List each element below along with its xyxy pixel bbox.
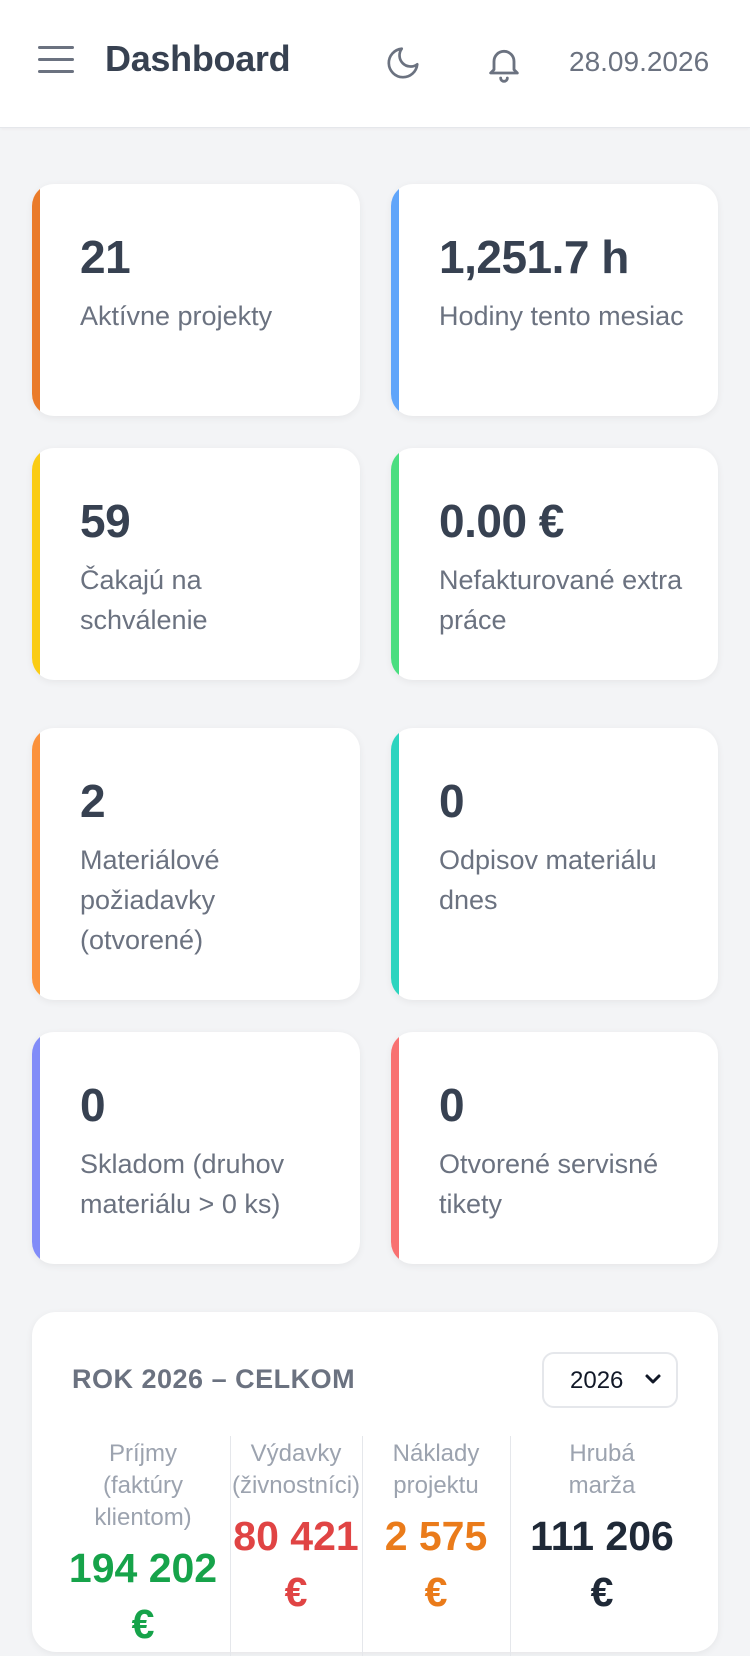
margin-label-1: Hrubá: [569, 1440, 635, 1467]
stat-card-unbilled-extra[interactable]: 0.00 € Nefakturované extra práce: [391, 448, 718, 680]
stat-card-active-projects[interactable]: 21 Aktívne projekty: [32, 184, 360, 416]
stat-card-pending-approval[interactable]: 59 Čakajú na schválenie: [32, 448, 360, 680]
card-value: 0: [439, 1079, 465, 1131]
page-title: Dashboard: [105, 38, 291, 79]
income-value: 194 202: [68, 1545, 218, 1591]
card-value: 1,251.7 h: [439, 231, 629, 283]
hamburger-icon[interactable]: [38, 46, 74, 76]
card-value: 0: [439, 775, 465, 827]
summary-expenses: Výdavky (živnostníci) 80 421 €: [230, 1438, 362, 1620]
chevron-down-icon: [645, 1374, 661, 1384]
card-accent: [32, 728, 40, 1000]
summary-gross-margin: Hrubá marža 111 206 €: [510, 1438, 694, 1620]
card-accent: [32, 1032, 40, 1264]
current-date: 28.09.2026: [569, 46, 710, 77]
card-accent: [32, 184, 40, 416]
card-label: Materiálové požiadavky (otvorené): [80, 845, 220, 955]
summary-project-costs: Náklady projektu 2 575 €: [362, 1438, 510, 1620]
card-value: 59: [80, 495, 131, 547]
top-bar: Dashboard 28.09.2026: [0, 0, 750, 128]
summary-income: Príjmy (faktúry klientom) 194 202 €: [68, 1438, 218, 1652]
stat-card-material-writeoffs[interactable]: 0 Odpisov materiálu dnes: [391, 728, 718, 1000]
stat-card-in-stock[interactable]: 0 Skladom (druhov materiálu > 0 ks): [32, 1032, 360, 1264]
card-accent: [391, 184, 399, 416]
card-label: Hodiny tento mesiac: [439, 301, 684, 331]
stat-card-service-tickets[interactable]: 0 Otvorené servisné tikety: [391, 1032, 718, 1264]
card-label: Aktívne projekty: [80, 301, 273, 331]
yearly-summary-card: ROK 2026 – CELKOM 2026 Príjmy (faktúry k…: [32, 1312, 718, 1656]
card-label: Nefakturované extra práce: [439, 565, 683, 635]
stat-card-material-requests[interactable]: 2 Materiálové požiadavky (otvorené): [32, 728, 360, 1000]
card-accent: [32, 448, 40, 680]
card-label: Skladom (druhov materiálu > 0 ks): [80, 1149, 285, 1219]
income-label-2: (faktúry: [102, 1472, 183, 1499]
expenses-value: 80 421: [233, 1513, 359, 1559]
card-value: 0: [80, 1079, 106, 1131]
card-accent: [391, 1032, 399, 1264]
costs-label-2: projektu: [393, 1472, 479, 1499]
card-value: 0.00 €: [439, 495, 564, 547]
expenses-label-2: (živnostníci): [231, 1472, 361, 1499]
expenses-currency: €: [284, 1569, 308, 1615]
year-select[interactable]: 2026: [542, 1352, 678, 1408]
income-currency: €: [131, 1601, 155, 1647]
stat-card-hours-month[interactable]: 1,251.7 h Hodiny tento mesiac: [391, 184, 718, 416]
summary-title: ROK 2026 – CELKOM: [72, 1364, 356, 1394]
card-label: Odpisov materiálu dnes: [439, 845, 657, 915]
year-select-value: 2026: [570, 1367, 624, 1394]
moon-icon[interactable]: [384, 44, 422, 82]
bell-icon[interactable]: [484, 42, 524, 84]
costs-currency: €: [424, 1569, 448, 1615]
costs-label-1: Náklady: [392, 1440, 480, 1467]
card-value: 2: [80, 775, 106, 827]
income-label-3: klientom): [94, 1504, 192, 1531]
costs-value: 2 575: [384, 1513, 488, 1559]
margin-currency: €: [590, 1569, 614, 1615]
margin-value: 111 206: [530, 1513, 674, 1559]
expenses-label-1: Výdavky: [250, 1440, 342, 1467]
card-accent: [391, 728, 399, 1000]
margin-label-2: marža: [568, 1472, 636, 1499]
income-label-1: Príjmy: [109, 1440, 177, 1467]
card-value: 21: [80, 231, 131, 283]
card-accent: [391, 448, 399, 680]
card-label: Otvorené servisné tikety: [439, 1149, 659, 1219]
card-label: Čakajú na schválenie: [80, 565, 208, 635]
